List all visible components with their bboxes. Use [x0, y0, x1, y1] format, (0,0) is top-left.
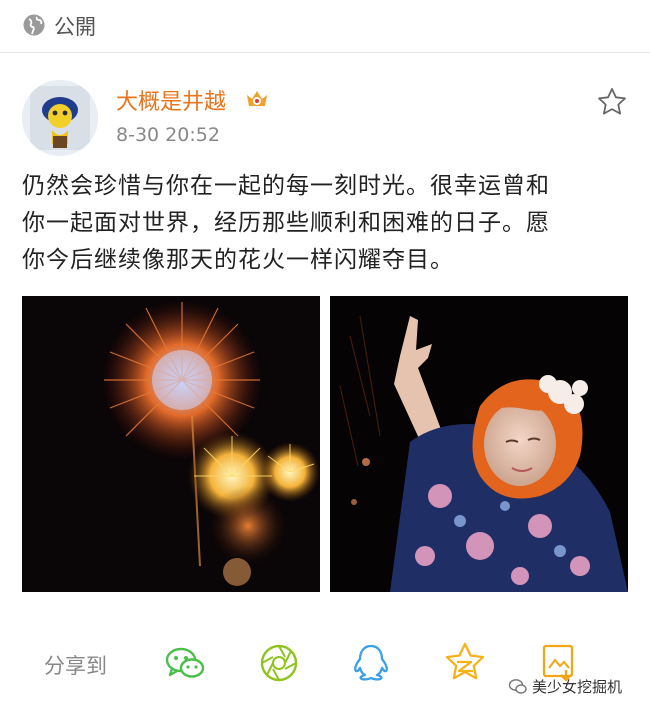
watermark: 美少女挖掘机	[508, 676, 622, 697]
avatar[interactable]	[22, 80, 98, 156]
star-icon[interactable]	[596, 86, 628, 118]
wechat-logo-icon	[508, 678, 527, 694]
moments-icon[interactable]	[256, 640, 302, 686]
wechat-icon[interactable]	[162, 640, 208, 686]
post-timestamp: 8-30 20:52	[116, 124, 220, 146]
fireworks-photo[interactable]	[22, 296, 320, 592]
share-label: 分享到	[44, 654, 107, 678]
vip-crown-icon	[247, 91, 267, 106]
portrait-photo[interactable]	[330, 296, 628, 592]
qq-icon[interactable]	[348, 640, 394, 686]
qzone-icon[interactable]	[442, 640, 488, 686]
watermark-text: 美少女挖掘机	[532, 678, 623, 696]
globe-icon	[23, 14, 45, 36]
author-name[interactable]: 大概是井越	[116, 84, 226, 116]
visibility-label: 公開	[54, 15, 96, 39]
post-text: 仍然会珍惜与你在一起的每一刻时光。很幸运曾和 你一起面对世界，经历那些顺利和困难…	[22, 173, 550, 273]
visibility-bar: 公開	[0, 0, 650, 53]
